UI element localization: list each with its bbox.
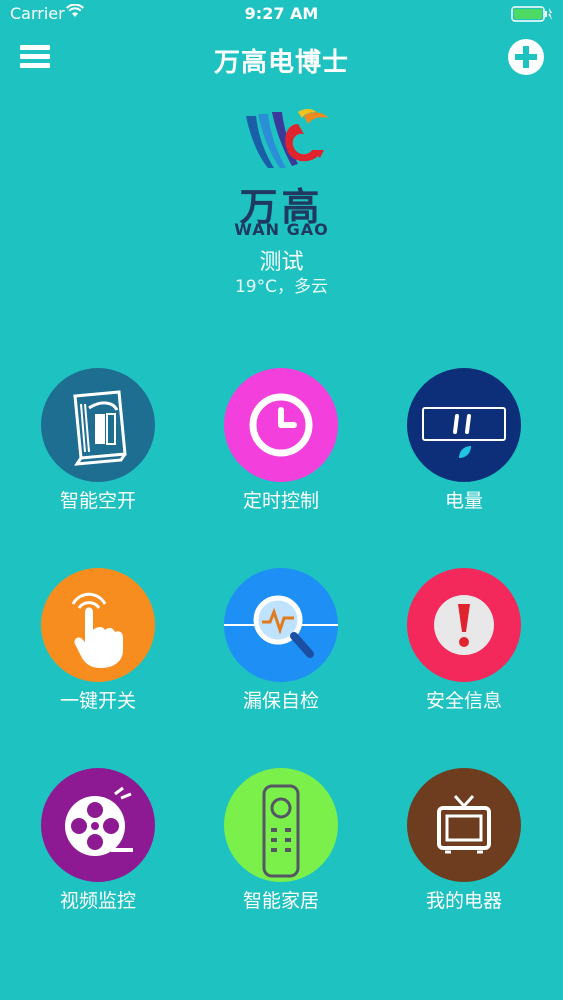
energy-meter-icon xyxy=(422,407,506,458)
status-bar: Carrier 9:27 AM xyxy=(0,0,563,30)
tile-smart-home[interactable]: 智能家居 xyxy=(191,768,371,938)
tile-label: 电量 xyxy=(444,490,483,512)
tile-one-key-switch[interactable]: 一键开关 xyxy=(8,568,188,738)
tile-label: 漏保自检 xyxy=(242,690,319,712)
touch-hand-icon xyxy=(71,592,123,668)
brand-name-en: WAN GAO xyxy=(234,220,329,239)
film-reel-icon xyxy=(65,786,133,856)
tile-label: 智能空开 xyxy=(59,490,136,512)
magnifier-wave-icon xyxy=(224,595,338,658)
tile-circle xyxy=(407,568,521,682)
tile-video-monitoring[interactable]: 视频监控 xyxy=(8,768,188,938)
clock-icon xyxy=(249,393,313,457)
tile-label: 我的电器 xyxy=(425,890,502,912)
nav-bar: 万高电博士 xyxy=(0,34,563,86)
tile-label: 智能家居 xyxy=(242,890,319,912)
plus-circle-icon[interactable] xyxy=(507,38,545,76)
tile-circle xyxy=(41,768,155,882)
tile-safety-info[interactable]: 安全信息 xyxy=(374,568,554,738)
tv-icon xyxy=(437,794,491,854)
weather-info: 19°C，多云 xyxy=(234,277,328,297)
tile-circle xyxy=(407,768,521,882)
alert-exclamation-icon xyxy=(434,595,494,655)
tile-label: 一键开关 xyxy=(59,690,136,712)
page-title: 万高电博士 xyxy=(213,48,349,78)
tile-circle xyxy=(224,568,338,682)
tile-energy[interactable]: 电量 xyxy=(374,368,554,538)
tile-timer-control[interactable]: 定时控制 xyxy=(191,368,371,538)
tile-label: 视频监控 xyxy=(59,890,136,912)
tile-circle xyxy=(41,568,155,682)
tile-my-appliances[interactable]: 我的电器 xyxy=(374,768,554,938)
clock-time: 9:27 AM xyxy=(244,4,319,23)
remote-control-icon xyxy=(262,784,300,878)
tile-circle xyxy=(224,768,338,882)
tile-circle xyxy=(224,368,338,482)
tile-leakage-self-test[interactable]: 漏保自检 xyxy=(191,568,371,738)
battery-icon xyxy=(511,6,553,26)
tile-circle xyxy=(407,368,521,482)
tile-circle xyxy=(41,368,155,482)
tile-label: 定时控制 xyxy=(242,490,319,512)
tile-smart-breaker[interactable]: 智能空开 xyxy=(8,368,188,538)
tile-label: 安全信息 xyxy=(425,690,502,712)
circuit-breaker-icon xyxy=(73,390,127,466)
